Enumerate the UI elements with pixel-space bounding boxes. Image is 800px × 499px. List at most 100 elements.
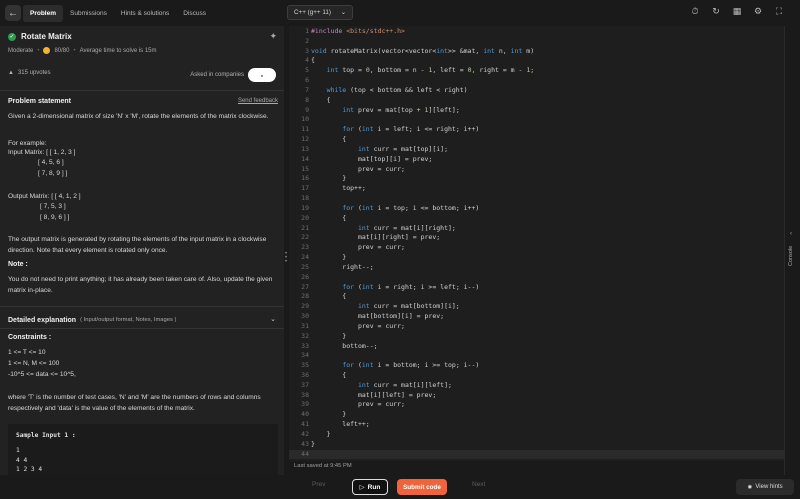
code-line[interactable]: 15 prev = curr; <box>289 165 784 175</box>
code-line[interactable]: 37 int curr = mat[i][left]; <box>289 381 784 391</box>
code-text[interactable]: { <box>309 371 346 381</box>
code-text[interactable]: void rotateMatrix(vector<vector<int>> &m… <box>309 47 534 57</box>
send-feedback-link[interactable]: Send feedback <box>238 98 278 104</box>
code-content[interactable]: 1 #include <bits/stdc++.h> 2 3 void rotate… <box>289 27 784 460</box>
code-text[interactable]: while (top < bottom && left < right) <box>309 86 468 96</box>
code-text[interactable]: int curr = mat[i][right]; <box>309 224 456 234</box>
code-text[interactable] <box>309 37 311 47</box>
code-line[interactable]: 36 { <box>289 371 784 381</box>
code-line[interactable]: 23 prev = curr; <box>289 243 784 253</box>
code-text[interactable]: int top = 0, bottom = n - 1, left = 0, r… <box>309 66 535 76</box>
code-text[interactable]: int prev = mat[top + 1][left]; <box>309 106 459 116</box>
code-line[interactable]: 7 while (top < bottom && left < right) <box>289 86 784 96</box>
code-text[interactable]: { <box>309 135 346 145</box>
code-line[interactable]: 6 <box>289 76 784 86</box>
code-text[interactable] <box>309 351 311 361</box>
code-line[interactable]: 31 prev = curr; <box>289 322 784 332</box>
share-icon[interactable]: ✦ <box>269 31 277 42</box>
code-text[interactable]: } <box>309 440 315 450</box>
run-button[interactable]: ▷ Run <box>352 479 388 495</box>
code-line[interactable]: 40 } <box>289 410 784 420</box>
view-hints-button[interactable]: ✸ View hints <box>736 479 794 495</box>
code-line[interactable]: 4{ <box>289 56 784 66</box>
next-button[interactable]: Next <box>472 481 485 488</box>
code-line[interactable]: 14 mat[top][i] = prev; <box>289 155 784 165</box>
code-line[interactable]: 38 mat[i][left] = prev; <box>289 391 784 401</box>
code-text[interactable]: { <box>309 214 346 224</box>
code-text[interactable]: prev = curr; <box>309 165 405 175</box>
tab-problem[interactable]: Problem <box>23 5 64 22</box>
code-text[interactable]: prev = curr; <box>309 243 405 253</box>
code-line[interactable]: 28 { <box>289 292 784 302</box>
code-line[interactable]: 29 int curr = mat[bottom][i]; <box>289 302 784 312</box>
code-text[interactable]: } <box>309 332 346 342</box>
code-line[interactable]: 25 right--; <box>289 263 784 273</box>
code-line[interactable]: 30 mat[bottom][i] = prev; <box>289 312 784 322</box>
code-line[interactable]: 43} <box>289 440 784 450</box>
code-line[interactable]: 34 <box>289 351 784 361</box>
code-line[interactable]: 33 bottom--; <box>289 342 784 352</box>
code-text[interactable]: #include <bits/stdc++.h> <box>309 27 405 37</box>
code-text[interactable]: { <box>309 96 331 106</box>
prev-button[interactable]: Prev <box>312 481 325 488</box>
settings-icon[interactable]: ⚙ <box>753 6 763 16</box>
code-text[interactable]: bottom--; <box>309 342 377 352</box>
code-text[interactable]: int curr = mat[bottom][i]; <box>309 302 460 312</box>
code-editor[interactable]: 1 #include <bits/stdc++.h> 2 3 void rotate… <box>289 26 784 461</box>
refresh-icon[interactable]: ↻ <box>711 6 721 16</box>
layout-icon[interactable]: ▦ <box>732 6 742 16</box>
code-line[interactable]: 26 <box>289 273 784 283</box>
tab-hints-solutions[interactable]: Hints & solutions <box>114 5 176 22</box>
code-line[interactable]: 2 <box>289 37 784 47</box>
code-line[interactable]: 13 int curr = mat[top][i]; <box>289 145 784 155</box>
code-text[interactable] <box>309 450 311 460</box>
code-line[interactable]: 24 } <box>289 253 784 263</box>
code-line[interactable]: 1 #include <bits/stdc++.h> <box>289 27 784 37</box>
code-text[interactable]: int curr = mat[i][left]; <box>309 381 452 391</box>
tab-discuss[interactable]: Discuss <box>176 5 213 22</box>
code-line[interactable]: 18 <box>289 194 784 204</box>
code-line[interactable]: 5 int top = 0, bottom = n - 1, left = 0,… <box>289 66 784 76</box>
code-text[interactable]: } <box>309 174 346 184</box>
code-text[interactable] <box>309 273 311 283</box>
code-text[interactable]: prev = curr; <box>309 322 405 332</box>
code-line[interactable]: 8 { <box>289 96 784 106</box>
console-toggle[interactable]: ‹ Console <box>784 26 800 475</box>
code-line[interactable]: 21 int curr = mat[i][right]; <box>289 224 784 234</box>
code-text[interactable]: prev = curr; <box>309 400 405 410</box>
asked-in-companies[interactable]: Asked in companies ● <box>190 68 276 82</box>
code-text[interactable] <box>309 76 311 86</box>
language-select[interactable]: C++ (g++ 11) ⌄ <box>287 5 353 20</box>
code-line[interactable]: 44 <box>289 449 784 460</box>
code-line[interactable]: 10 <box>289 115 784 125</box>
code-text[interactable]: mat[bottom][i] = prev; <box>309 312 444 322</box>
code-line[interactable]: 17 top++; <box>289 184 784 194</box>
tab-submissions[interactable]: Submissions <box>63 5 114 22</box>
code-text[interactable]: { <box>309 56 315 66</box>
code-line[interactable]: 41 left++; <box>289 420 784 430</box>
code-text[interactable]: } <box>309 430 331 440</box>
fullscreen-icon[interactable]: ⛶ <box>774 6 784 16</box>
code-text[interactable]: mat[top][i] = prev; <box>309 155 432 165</box>
detailed-explanation-toggle[interactable]: Detailed explanation ( Input/output form… <box>0 311 284 329</box>
code-line[interactable]: 22 mat[i][right] = prev; <box>289 233 784 243</box>
code-line[interactable]: 39 prev = curr; <box>289 400 784 410</box>
code-text[interactable]: for (int i = top; i <= bottom; i++) <box>309 204 479 214</box>
upvote-button[interactable]: ▲ 315 upvotes <box>8 70 51 76</box>
back-button[interactable]: ← <box>5 5 21 21</box>
code-line[interactable]: 32 } <box>289 332 784 342</box>
code-line[interactable]: 27 for (int i = right; i >= left; i--) <box>289 283 784 293</box>
code-line[interactable]: 16 } <box>289 174 784 184</box>
code-text[interactable]: } <box>309 410 346 420</box>
code-text[interactable]: for (int i = bottom; i >= top; i--) <box>309 361 479 371</box>
code-text[interactable]: for (int i = left; i <= right; i++) <box>309 125 479 135</box>
code-text[interactable]: mat[i][left] = prev; <box>309 391 436 401</box>
code-text[interactable]: int curr = mat[top][i]; <box>309 145 448 155</box>
code-line[interactable]: 19 for (int i = top; i <= bottom; i++) <box>289 204 784 214</box>
code-line[interactable]: 12 { <box>289 135 784 145</box>
code-line[interactable]: 11 for (int i = left; i <= right; i++) <box>289 125 784 135</box>
submit-button[interactable]: Submit code <box>397 479 447 495</box>
code-text[interactable]: { <box>309 292 346 302</box>
code-text[interactable] <box>309 194 311 204</box>
code-line[interactable]: 20 { <box>289 214 784 224</box>
